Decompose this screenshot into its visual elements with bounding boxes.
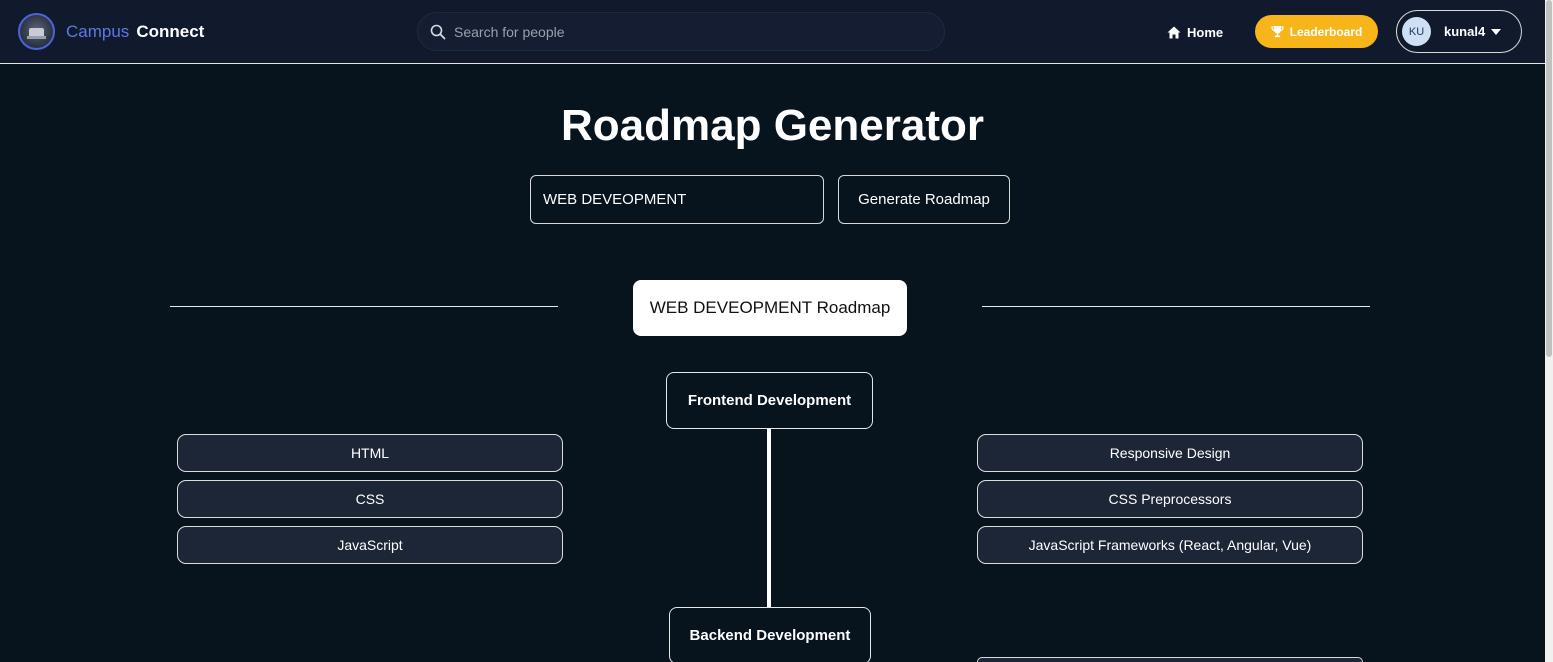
home-link[interactable]: Home (1167, 22, 1223, 42)
username: kunal4 (1444, 24, 1486, 39)
logo-base (27, 36, 46, 39)
leaderboard-label: Leaderboard (1289, 24, 1363, 39)
stage-frontend-development[interactable]: Frontend Development (666, 372, 873, 429)
generate-roadmap-button[interactable]: Generate Roadmap (838, 175, 1010, 224)
leaderboard-button[interactable]: Leaderboard (1255, 15, 1378, 48)
brand-connect: Connect (136, 22, 205, 41)
campus-logo[interactable] (18, 13, 55, 50)
topic-item-css[interactable]: CSS (177, 480, 563, 518)
divider-left (170, 306, 558, 307)
home-icon (1167, 26, 1181, 38)
user-menu[interactable]: KU kunal4 (1396, 10, 1522, 53)
topic-input[interactable] (530, 175, 824, 224)
topic-item-css-preprocessors[interactable]: CSS Preprocessors (977, 480, 1363, 518)
navbar: Campus Connect Home Leaderboard KU kunal4 (0, 0, 1545, 64)
topic-item-html[interactable]: HTML (177, 434, 563, 472)
topic-item-partial[interactable] (977, 657, 1363, 662)
search-input[interactable] (454, 13, 934, 50)
home-label: Home (1187, 24, 1224, 40)
brand-name[interactable]: Campus Connect (66, 22, 204, 42)
topic-item-javascript-frameworks[interactable]: JavaScript Frameworks (React, Angular, V… (977, 526, 1363, 564)
divider-right (982, 306, 1370, 307)
roadmap-connector (767, 429, 771, 607)
stage-backend-development[interactable]: Backend Development (669, 607, 871, 662)
avatar: KU (1402, 17, 1431, 46)
search-bar (417, 12, 945, 51)
trophy-icon (1271, 26, 1284, 38)
page-scrollbar[interactable] (1545, 0, 1553, 662)
page-title: Roadmap Generator (561, 101, 984, 150)
scrollbar-thumb[interactable] (1546, 0, 1552, 357)
roadmap-title: WEB DEVEOPMENT Roadmap (633, 280, 907, 336)
topic-item-responsive-design[interactable]: Responsive Design (977, 434, 1363, 472)
search-icon (430, 24, 446, 40)
brand-campus: Campus (66, 22, 130, 41)
topic-item-javascript[interactable]: JavaScript (177, 526, 563, 564)
caret-down-icon[interactable] (1491, 29, 1501, 35)
